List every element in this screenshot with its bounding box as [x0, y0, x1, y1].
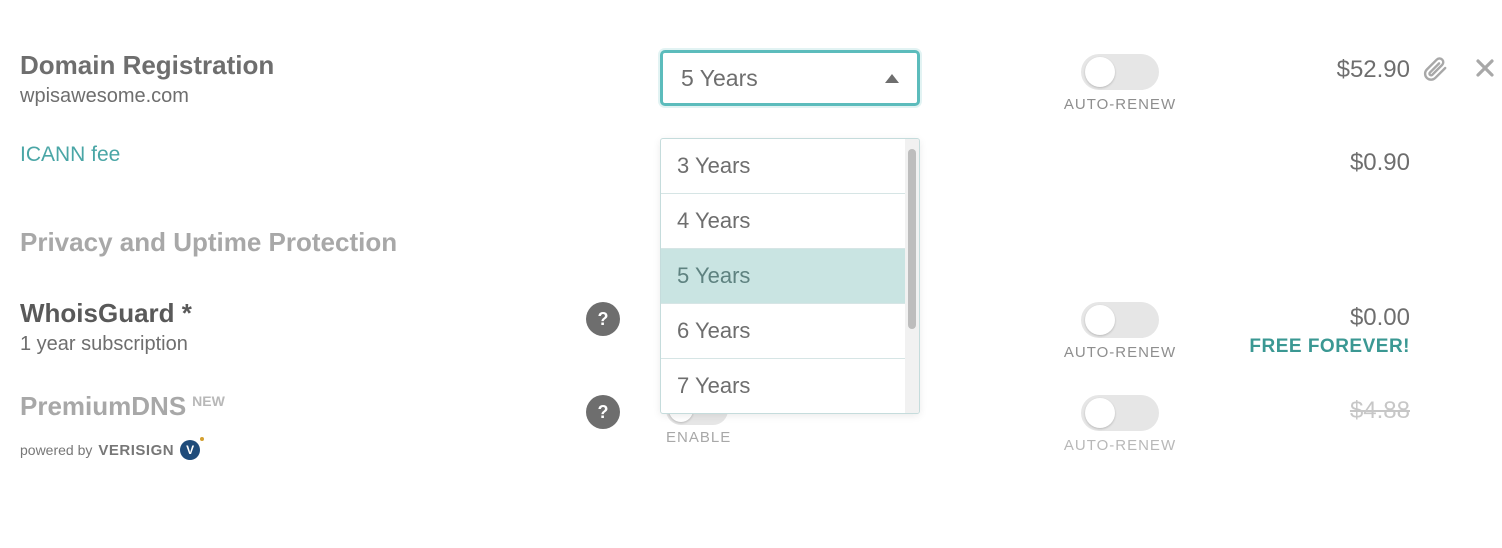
- whoisguard-help-button[interactable]: ?: [586, 302, 620, 336]
- duration-option[interactable]: 6 Years: [661, 304, 905, 359]
- icann-price: $0.90: [1220, 149, 1410, 177]
- duration-option-selected[interactable]: 5 Years: [661, 249, 905, 304]
- verisign-mark-icon: V: [180, 440, 200, 460]
- premiumdns-autorenew-toggle[interactable]: [1081, 395, 1159, 431]
- duration-selected-value: 5 Years: [681, 65, 758, 92]
- domain-autorenew-toggle[interactable]: [1081, 54, 1159, 90]
- premiumdns-titleblock: PremiumDNS NEW powered by VERISIGN V ?: [20, 391, 660, 460]
- whoisguard-autorenew-label: AUTO-RENEW: [1064, 344, 1176, 361]
- domain-autorenew-col: AUTO-RENEW: [1020, 50, 1220, 113]
- duration-select[interactable]: 5 Years: [660, 50, 920, 106]
- duration-option[interactable]: 4 Years: [661, 194, 905, 249]
- close-icon[interactable]: [1473, 56, 1497, 85]
- dropdown-scrollbar-thumb[interactable]: [908, 149, 916, 329]
- duration-option[interactable]: 3 Years: [661, 139, 905, 194]
- premiumdns-title: PremiumDNS NEW: [20, 391, 660, 422]
- poweredby-prefix: powered by: [20, 442, 92, 458]
- domain-autorenew-label: AUTO-RENEW: [1064, 96, 1176, 113]
- domain-registration-titleblock: Domain Registration wpisawesome.com: [20, 50, 660, 108]
- paperclip-icon[interactable]: [1422, 56, 1448, 87]
- domain-name-text: wpisawesome.com: [20, 85, 660, 108]
- premiumdns-help-button[interactable]: ?: [586, 395, 620, 429]
- whoisguard-autorenew-col: AUTO-RENEW: [1020, 298, 1220, 361]
- privacy-section-title: Privacy and Uptime Protection: [20, 227, 660, 258]
- remove-icon-cell: [1460, 50, 1502, 85]
- premiumdns-poweredby: powered by VERISIGN V: [20, 440, 660, 460]
- whoisguard-free-label: FREE FOREVER!: [1220, 336, 1410, 358]
- whoisguard-subtitle: 1 year subscription: [20, 333, 660, 356]
- promo-icon-cell: [1410, 50, 1460, 87]
- premiumdns-enable-label: ENABLE: [666, 429, 731, 446]
- duration-option[interactable]: 7 Years: [661, 359, 905, 413]
- duration-select-wrap: 5 Years 3 Years 4 Years 5 Years 6 Years …: [660, 50, 1020, 106]
- premiumdns-autorenew-col: AUTO-RENEW: [1020, 391, 1220, 454]
- toggle-knob: [1085, 57, 1115, 87]
- whoisguard-price-col: $0.00 FREE FOREVER!: [1220, 298, 1410, 358]
- duration-dropdown: 3 Years 4 Years 5 Years 6 Years 7 Years: [660, 138, 920, 414]
- premiumdns-price: $4.88: [1220, 397, 1410, 425]
- toggle-knob: [1085, 305, 1115, 335]
- premiumdns-new-badge: NEW: [192, 393, 225, 409]
- domain-price: $52.90: [1220, 56, 1410, 84]
- domain-registration-title: Domain Registration: [20, 50, 660, 81]
- domain-price-col: $52.90: [1220, 50, 1410, 84]
- premiumdns-autorenew-label: AUTO-RENEW: [1064, 437, 1176, 454]
- verisign-brand: VERISIGN: [98, 442, 174, 459]
- dropdown-scrollbar[interactable]: [905, 139, 919, 413]
- toggle-knob: [1085, 398, 1115, 428]
- caret-up-icon: [885, 74, 899, 83]
- whoisguard-price: $0.00: [1220, 304, 1410, 332]
- premiumdns-title-text: PremiumDNS: [20, 391, 186, 422]
- whoisguard-autorenew-toggle[interactable]: [1081, 302, 1159, 338]
- domain-registration-row: Domain Registration wpisawesome.com 5 Ye…: [20, 50, 1482, 113]
- whoisguard-titleblock: WhoisGuard * 1 year subscription ?: [20, 298, 660, 356]
- whoisguard-title: WhoisGuard *: [20, 298, 192, 329]
- icann-fee-label: ICANN fee: [20, 143, 660, 167]
